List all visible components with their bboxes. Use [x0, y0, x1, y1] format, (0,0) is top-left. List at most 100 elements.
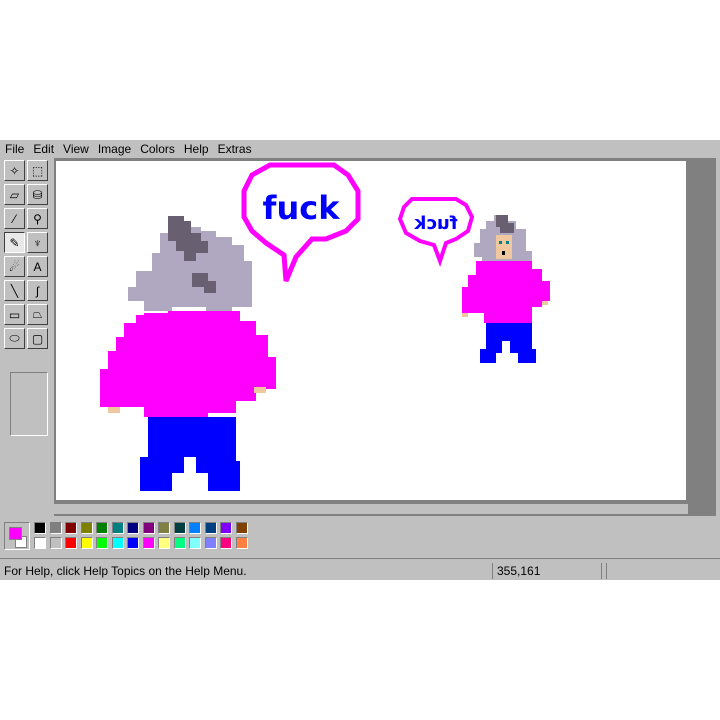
small-figure-hand-right [542, 301, 548, 305]
horizontal-scrollbar[interactable] [54, 504, 688, 514]
select-tool[interactable]: ⬚ [27, 160, 48, 181]
palette-swatch[interactable] [235, 522, 248, 534]
menu-bar: File Edit View Image Colors Help Extras [0, 140, 720, 158]
palette-swatch[interactable] [80, 522, 93, 534]
vertical-scrollbar[interactable] [716, 158, 720, 516]
curve-tool[interactable]: ʃ [27, 280, 48, 301]
color-palette [4, 522, 254, 552]
large-figure-hand-left [108, 407, 120, 413]
curve-icon: ʃ [36, 283, 39, 298]
palette-swatch[interactable] [220, 537, 232, 549]
ellipse-icon: ⬭ [9, 331, 20, 345]
palette-swatch[interactable] [49, 537, 62, 549]
pencil-icon: ✎ [9, 235, 20, 250]
palette-swatch[interactable] [158, 537, 170, 549]
status-help-text: For Help, click Help Topics on the Help … [4, 564, 247, 578]
small-figure-pants [480, 323, 536, 363]
palette-swatch[interactable] [142, 522, 155, 534]
palette-swatch[interactable] [34, 537, 46, 549]
palette-swatch[interactable] [158, 522, 170, 534]
brush-tool[interactable]: ♆ [27, 232, 48, 253]
eraser-icon: ▱ [9, 187, 20, 202]
airbrush-icon: ☄ [9, 259, 20, 274]
eraser-tool[interactable]: ▱ [4, 184, 25, 205]
rounded-rectangle-icon: ▢ [31, 331, 44, 346]
palette-swatch[interactable] [111, 522, 124, 534]
palette-swatch[interactable] [80, 537, 93, 549]
small-bubble-text: fuck [413, 213, 457, 234]
menu-file[interactable]: File [1, 140, 28, 158]
toolbox: ✧ ⬚ ▱ ⛁ ⁄ ⚲ ✎ ♆ ☄ A ╲ ʃ ▭ ⏢ ⬭ ▢ [4, 160, 50, 490]
small-figure-face [496, 235, 512, 259]
palette-swatch[interactable] [65, 537, 77, 549]
free-form-select-tool[interactable]: ✧ [4, 160, 25, 181]
small-figure-eye-right [506, 241, 509, 244]
palette-swatch[interactable] [96, 537, 108, 549]
foreground-color-swatch [9, 527, 22, 540]
palette-swatch[interactable] [173, 537, 186, 549]
large-speech-bubble: fuck [241, 162, 361, 282]
magnifier-tool[interactable]: ⚲ [27, 208, 48, 229]
rounded-rectangle-tool[interactable]: ▢ [27, 328, 48, 349]
text-icon: A [33, 259, 42, 274]
menu-view[interactable]: View [59, 140, 93, 158]
status-coordinates: 355,161 [492, 563, 602, 579]
canvas-drawing: fuck fuck [100, 162, 550, 491]
small-figure-hoodie [462, 261, 550, 323]
eyedropper-tool[interactable]: ⁄ [4, 208, 25, 229]
magnifier-icon: ⚲ [33, 211, 42, 226]
status-size-panel [606, 563, 717, 579]
brush-icon: ♆ [33, 235, 42, 250]
paint-window: File Edit View Image Colors Help Extras ✧ ⬚ ▱ ⛁ ⁄ ⚲… [0, 140, 720, 580]
polygon-icon: ⏢ [32, 307, 43, 321]
large-bubble-text: fuck [263, 189, 341, 227]
statusbar-divider [0, 558, 720, 559]
pencil-tool[interactable]: ✎ [4, 232, 25, 253]
tool-options-panel[interactable] [10, 372, 48, 436]
palette-swatch[interactable] [96, 522, 108, 534]
palette-swatch[interactable] [189, 522, 201, 534]
canvas-area: fuck fuck [54, 158, 720, 516]
rectangle-tool[interactable]: ▭ [4, 304, 25, 325]
palette-swatch[interactable] [220, 522, 232, 534]
palette-swatch[interactable] [49, 522, 62, 534]
text-tool[interactable]: A [27, 256, 48, 277]
free-form-select-icon: ✧ [9, 163, 20, 178]
current-colors-indicator [4, 522, 30, 550]
menu-image[interactable]: Image [94, 140, 135, 158]
small-figure-mouth [502, 251, 505, 255]
eyedropper-icon: ⁄ [13, 211, 16, 226]
small-figure-eye-left [499, 241, 502, 244]
small-figure [462, 215, 550, 363]
palette-swatch[interactable] [235, 537, 248, 549]
palette-swatch[interactable] [142, 537, 155, 549]
drawing-canvas[interactable]: fuck fuck [56, 161, 686, 500]
fill-bucket-tool[interactable]: ⛁ [27, 184, 48, 205]
palette-swatch[interactable] [111, 537, 124, 549]
palette-swatch[interactable] [65, 522, 77, 534]
large-figure-hand-right [254, 387, 266, 393]
menu-help[interactable]: Help [180, 140, 213, 158]
line-tool[interactable]: ╲ [4, 280, 25, 301]
palette-swatch[interactable] [189, 537, 201, 549]
airbrush-tool[interactable]: ☄ [4, 256, 25, 277]
large-figure-pants [140, 417, 240, 491]
palette-swatch[interactable] [173, 522, 186, 534]
palette-swatch[interactable] [127, 522, 139, 534]
small-speech-bubble: fuck [397, 197, 475, 267]
line-icon: ╲ [10, 283, 19, 298]
ellipse-tool[interactable]: ⬭ [4, 328, 25, 349]
rectangle-icon: ▭ [8, 307, 21, 322]
small-figure-hand-left [462, 313, 468, 317]
palette-swatch[interactable] [204, 522, 217, 534]
large-figure-hoodie [100, 311, 276, 417]
menu-edit[interactable]: Edit [29, 140, 58, 158]
palette-swatch[interactable] [34, 522, 46, 534]
polygon-tool[interactable]: ⏢ [27, 304, 48, 325]
select-icon: ⬚ [31, 163, 44, 178]
palette-swatch[interactable] [127, 537, 139, 549]
menu-extras[interactable]: Extras [214, 140, 256, 158]
menu-colors[interactable]: Colors [136, 140, 179, 158]
status-bar: For Help, click Help Topics on the Help … [0, 562, 720, 580]
palette-swatch[interactable] [204, 537, 217, 549]
